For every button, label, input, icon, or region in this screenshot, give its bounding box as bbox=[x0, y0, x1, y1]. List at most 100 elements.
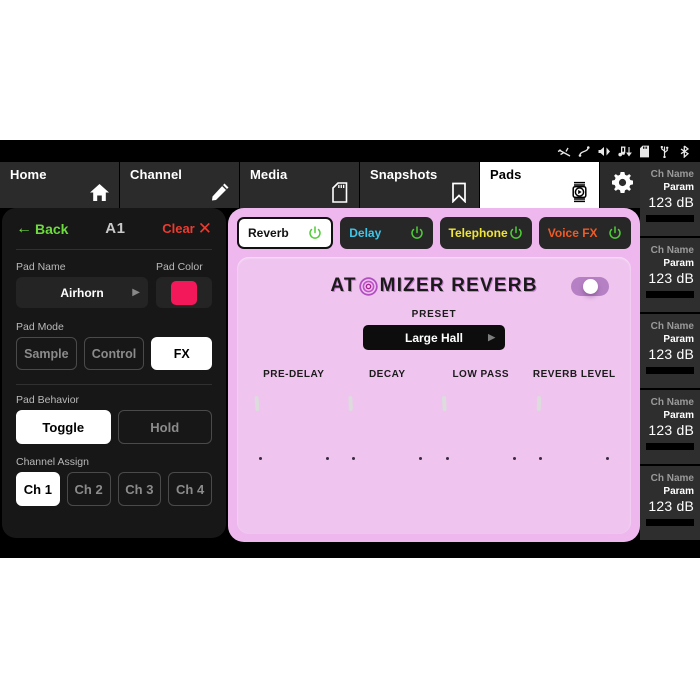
tab-pads-label: Pads bbox=[490, 168, 521, 182]
level-meter bbox=[646, 519, 694, 526]
preset-label: PRESET bbox=[237, 309, 631, 320]
arrow-left-icon: ← bbox=[16, 221, 32, 237]
channel-name: Ch Name bbox=[651, 473, 694, 484]
pad-mode-control[interactable]: Control bbox=[84, 337, 145, 370]
knob-pre-delay-dial[interactable] bbox=[258, 389, 330, 461]
music-note-down-icon bbox=[614, 142, 634, 160]
channel-strip[interactable]: Ch Name Param 123 dB bbox=[640, 162, 700, 238]
knob-decay-dial[interactable] bbox=[351, 389, 423, 461]
back-button[interactable]: ← Back bbox=[16, 221, 68, 237]
channel-param: Param bbox=[663, 258, 694, 269]
pad-mode-label: Pad Mode bbox=[16, 321, 212, 333]
channel-value: 123 dB bbox=[648, 346, 694, 362]
bluetooth-icon bbox=[674, 142, 694, 160]
fx-tab-delay[interactable]: Delay bbox=[340, 217, 432, 249]
channel-strip[interactable]: Ch Name Param 123 dB bbox=[640, 238, 700, 314]
status-bar bbox=[0, 140, 700, 162]
knob-row: PRE-DELAY DECAY bbox=[247, 369, 621, 461]
pad-name-value: Airhorn bbox=[60, 286, 103, 300]
device-body: Home Channel Media Snapshots bbox=[0, 140, 700, 558]
channel-assign-ch2[interactable]: Ch 2 bbox=[67, 472, 111, 506]
fx-tab-voice-fx[interactable]: Voice FX bbox=[539, 217, 631, 249]
knob-max-tick bbox=[419, 457, 422, 460]
channel-assign-ch4[interactable]: Ch 4 bbox=[168, 472, 212, 506]
home-icon bbox=[88, 181, 110, 203]
fx-plugin-body: AT MIZER REVERB PRESET Large Hall ▶ bbox=[237, 257, 631, 534]
knob-max-tick bbox=[513, 457, 516, 460]
channel-value: 123 dB bbox=[648, 194, 694, 210]
knob-reverb-level-label: REVERB LEVEL bbox=[533, 369, 616, 380]
channel-strip[interactable]: Ch Name Param 123 dB bbox=[640, 466, 700, 542]
pad-name-label: Pad Name bbox=[16, 261, 148, 273]
channel-value: 123 dB bbox=[648, 422, 694, 438]
channel-strip[interactable]: Ch Name Param 123 dB bbox=[640, 314, 700, 390]
preset-selector[interactable]: Large Hall ▶ bbox=[363, 325, 505, 350]
wifi-off-icon bbox=[554, 142, 574, 160]
fx-tab-telephone[interactable]: Telephone bbox=[440, 217, 532, 249]
knob-low-pass-dial[interactable] bbox=[445, 389, 517, 461]
level-meter bbox=[646, 443, 694, 450]
level-meter bbox=[646, 367, 694, 374]
bookmark-icon bbox=[448, 181, 470, 203]
power-icon[interactable] bbox=[509, 226, 523, 240]
level-meter bbox=[646, 291, 694, 298]
fx-tab-reverb[interactable]: Reverb bbox=[237, 217, 333, 249]
tab-snapshots[interactable]: Snapshots bbox=[360, 162, 480, 208]
tab-channel[interactable]: Channel bbox=[120, 162, 240, 208]
knob-decay[interactable]: DECAY bbox=[342, 369, 432, 461]
channel-param: Param bbox=[663, 182, 694, 193]
plugin-title-part2: MIZER REVERB bbox=[380, 275, 538, 297]
pad-mode-fx[interactable]: FX bbox=[151, 337, 212, 370]
channel-strip[interactable]: Ch Name Param 123 dB bbox=[640, 390, 700, 466]
back-button-label: Back bbox=[35, 221, 68, 237]
section-divider bbox=[16, 384, 212, 385]
channel-assign-ch1[interactable]: Ch 1 bbox=[16, 472, 60, 506]
knob-min-tick bbox=[259, 457, 262, 460]
fx-tab-bar: Reverb Delay Telephone bbox=[237, 217, 631, 249]
pad-mode-sample[interactable]: Sample bbox=[16, 337, 77, 370]
pad-behavior-label: Pad Behavior bbox=[16, 394, 212, 406]
pad-behavior-toggle[interactable]: Toggle bbox=[16, 410, 111, 444]
channel-param: Param bbox=[663, 486, 694, 497]
knob-min-tick bbox=[446, 457, 449, 460]
knob-low-pass[interactable]: LOW PASS bbox=[436, 369, 526, 461]
power-icon[interactable] bbox=[410, 226, 424, 240]
knob-pre-delay-label: PRE-DELAY bbox=[263, 369, 324, 380]
top-tab-bar: Home Channel Media Snapshots bbox=[0, 162, 700, 208]
knob-min-tick bbox=[352, 457, 355, 460]
fx-tab-voice-fx-label: Voice FX bbox=[548, 226, 598, 240]
tab-pads[interactable]: Pads bbox=[480, 162, 600, 208]
speaker-mute-icon bbox=[594, 142, 614, 160]
pad-play-icon bbox=[568, 181, 590, 203]
channel-name: Ch Name bbox=[651, 245, 694, 256]
knob-reverb-level-dial[interactable] bbox=[538, 389, 610, 461]
power-icon[interactable] bbox=[308, 226, 322, 240]
plugin-power-toggle[interactable] bbox=[571, 277, 609, 296]
channel-assign-group: Ch 1 Ch 2 Ch 3 Ch 4 bbox=[16, 472, 212, 506]
channel-value: 123 dB bbox=[648, 270, 694, 286]
pad-editor-panel: ← Back A1 Clear ✕ Pad Name Airhorn ▶ bbox=[2, 208, 226, 538]
channel-param: Param bbox=[663, 410, 694, 421]
pad-mode-group: Sample Control FX bbox=[16, 337, 212, 370]
pad-color-swatch bbox=[171, 281, 197, 305]
pad-color-picker[interactable] bbox=[156, 277, 212, 308]
knob-pre-delay[interactable]: PRE-DELAY bbox=[249, 369, 339, 461]
tab-home[interactable]: Home bbox=[0, 162, 120, 208]
pad-behavior-hold[interactable]: Hold bbox=[118, 410, 213, 444]
channel-assign-ch3[interactable]: Ch 3 bbox=[118, 472, 162, 506]
tab-home-label: Home bbox=[10, 168, 47, 182]
gear-icon bbox=[610, 170, 635, 200]
knob-decay-label: DECAY bbox=[369, 369, 406, 380]
channel-name: Ch Name bbox=[651, 169, 694, 180]
knob-reverb-level[interactable]: REVERB LEVEL bbox=[529, 369, 619, 461]
knob-max-tick bbox=[326, 457, 329, 460]
clear-button[interactable]: Clear ✕ bbox=[162, 220, 212, 237]
settings-button[interactable] bbox=[600, 162, 645, 208]
tab-media[interactable]: Media bbox=[240, 162, 360, 208]
pad-name-input[interactable]: Airhorn ▶ bbox=[16, 277, 148, 308]
knob-min-tick bbox=[539, 457, 542, 460]
power-icon[interactable] bbox=[608, 226, 622, 240]
chevron-right-icon: ▶ bbox=[488, 332, 495, 343]
screen: Home Channel Media Snapshots bbox=[0, 0, 700, 700]
close-icon: ✕ bbox=[198, 220, 212, 237]
